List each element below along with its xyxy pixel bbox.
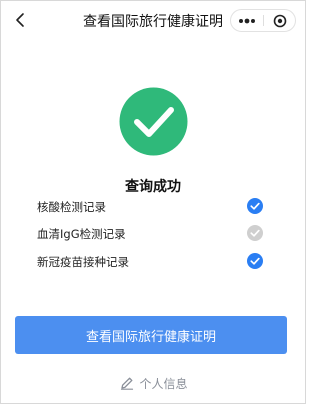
record-item-nucleic-acid: 核酸检测记录 bbox=[37, 196, 273, 218]
pencil-icon bbox=[121, 377, 134, 390]
more-button[interactable] bbox=[231, 10, 263, 31]
record-label: 血清IgG检测记录 bbox=[37, 227, 126, 241]
target-close-icon bbox=[273, 14, 287, 27]
record-item-vaccination: 新冠疫苗接种记录 bbox=[37, 251, 273, 273]
check-circle-inactive-icon[interactable] bbox=[247, 225, 263, 241]
close-button[interactable] bbox=[264, 10, 296, 31]
check-circle-icon bbox=[119, 87, 188, 156]
personal-info-label: 个人信息 bbox=[139, 376, 188, 391]
record-label: 核酸检测记录 bbox=[37, 200, 106, 214]
result-title: 查询成功 bbox=[125, 179, 181, 195]
chevron-left-icon bbox=[16, 13, 24, 27]
check-circle-active-icon[interactable] bbox=[247, 198, 263, 214]
personal-info-link[interactable]: 个人信息 bbox=[109, 373, 199, 393]
view-certificate-button[interactable]: 查看国际旅行健康证明 bbox=[15, 316, 287, 354]
record-item-serum-igg: 血清IgG检测记录 bbox=[37, 223, 273, 245]
check-circle-active-icon[interactable] bbox=[247, 253, 263, 269]
navigation-bar: 查看国际旅行健康证明 bbox=[1, 1, 305, 41]
mini-program-capsule bbox=[230, 9, 296, 32]
page-title: 查看国际旅行健康证明 bbox=[83, 14, 223, 30]
back-button[interactable] bbox=[7, 7, 33, 33]
app-frame: 查看国际旅行健康证明 查询成功 核酸检测记录 血清IgG检测记录 新冠疫苗接种记… bbox=[0, 0, 306, 404]
more-dots-icon bbox=[239, 18, 255, 23]
record-label: 新冠疫苗接种记录 bbox=[37, 255, 129, 269]
